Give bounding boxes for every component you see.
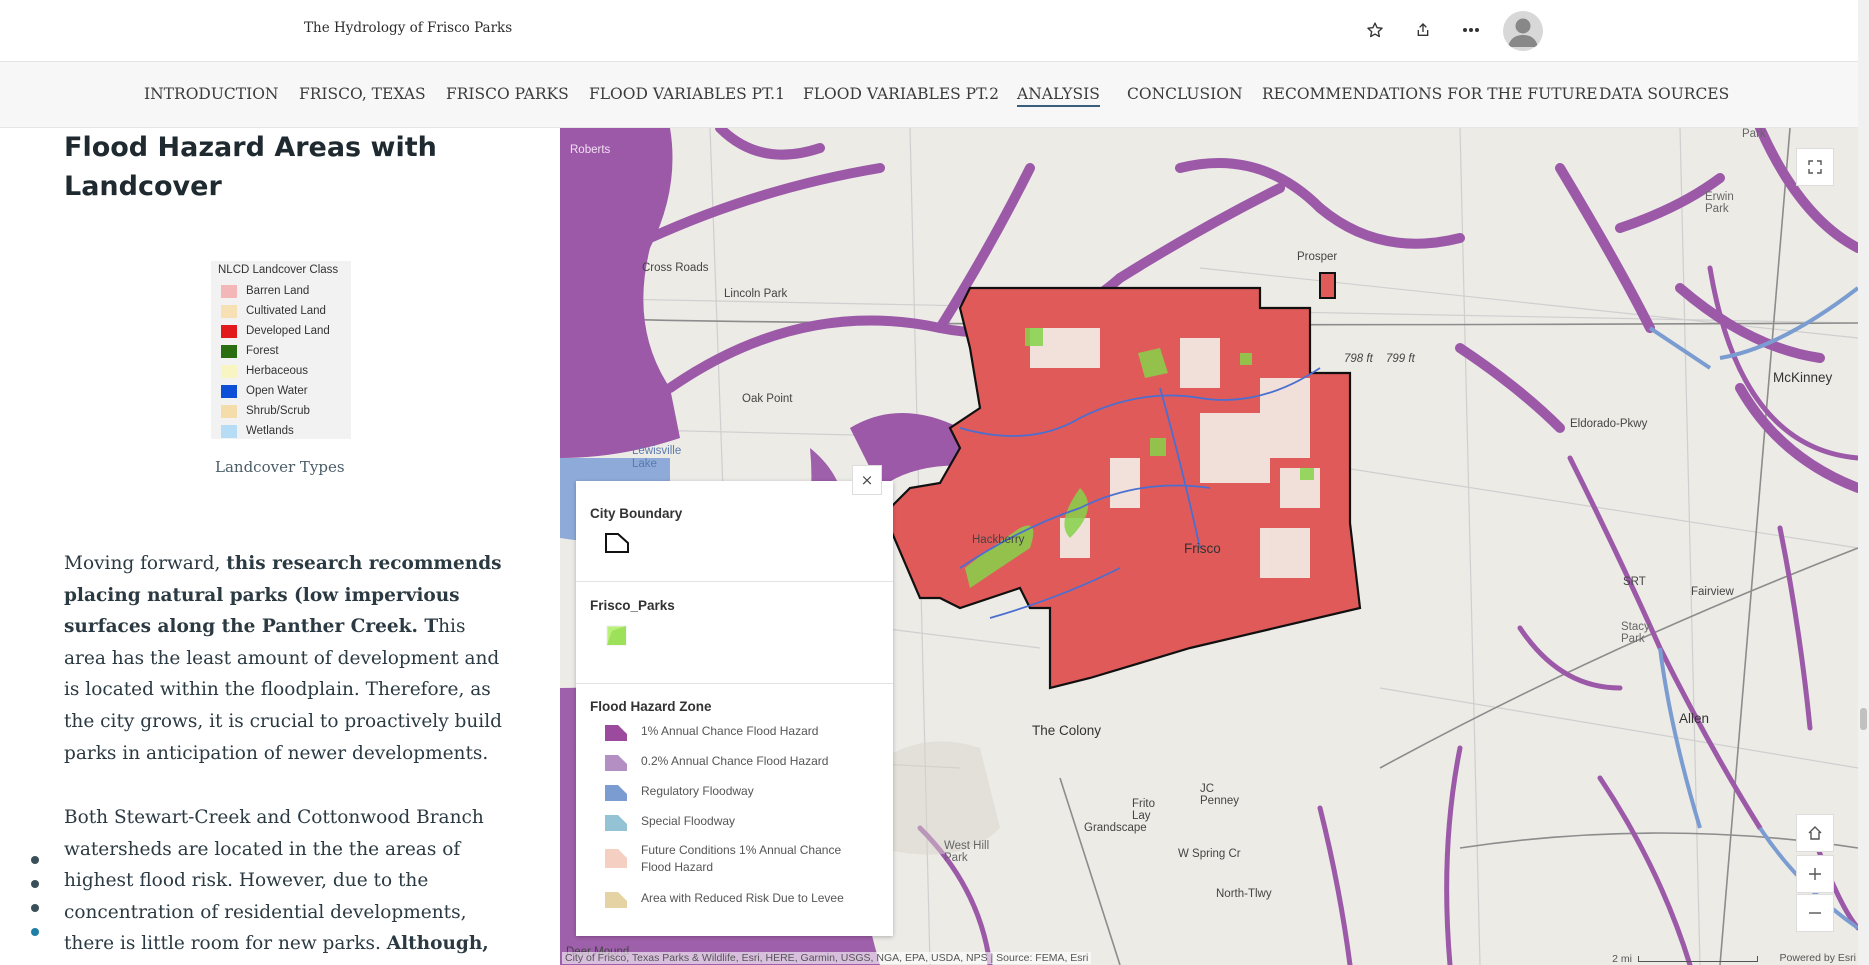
expand-icon [1808, 160, 1822, 174]
landcover-legend-title: NLCD Landcover Class [218, 264, 339, 276]
map-legend-panel: City Boundary Frisco_Parks Flood Hazard … [576, 481, 893, 936]
landcover-legend-image[interactable]: NLCD Landcover Class Barren Land Cultiva… [211, 261, 351, 439]
map-label-stacy-park: Stacy Park [1621, 621, 1650, 645]
close-icon: × [860, 471, 874, 489]
progress-dot[interactable] [31, 856, 39, 864]
zoom-in-button[interactable] [1796, 855, 1834, 893]
map-label-mckinney: McKinney [1773, 370, 1833, 385]
minus-icon [1809, 912, 1821, 914]
landcover-item: Forest [221, 343, 279, 359]
nav-analysis[interactable]: ANALYSIS [1017, 85, 1100, 107]
landcover-item: Developed Land [221, 323, 330, 339]
map-label-frisco: Frisco [1184, 541, 1221, 556]
paragraph-recommendation: Moving forward, this research recommends… [64, 553, 502, 764]
parks-swatch [606, 625, 627, 646]
landcover-item: Open Water [221, 383, 308, 399]
map-label-fairview: Fairview [1691, 586, 1734, 598]
share-icon[interactable] [1411, 18, 1435, 42]
map-label-roberts: Roberts [570, 144, 611, 156]
story-header: The Hydrology of Frisco Parks [0, 0, 1869, 62]
nav-frisco-texas[interactable]: FRISCO, TEXAS [299, 85, 426, 103]
home-button[interactable] [1796, 814, 1834, 852]
map-label-frito-lay: Frito Lay [1132, 798, 1155, 822]
image-caption: Landcover Types [215, 458, 345, 476]
scrollbar-thumb[interactable] [1860, 708, 1867, 730]
landcover-item: Cultivated Land [221, 303, 326, 319]
map-label-grandscape: Grandscape [1084, 822, 1147, 834]
page-scrollbar[interactable] [1858, 0, 1869, 965]
map-label-hackberry: Hackberry [972, 534, 1025, 546]
map-label-jc-penney: JC Penney [1200, 783, 1240, 807]
legend-parks-title: Frisco_Parks [590, 598, 675, 613]
nav-recommendations[interactable]: RECOMMENDATIONS FOR THE FUTURE [1262, 85, 1598, 103]
map-label-elevation-799: 799 ft [1386, 353, 1415, 365]
web-map[interactable]: Roberts Lincoln Park Cross Roads Oak Poi… [560, 128, 1858, 965]
landcover-item: Barren Land [221, 283, 309, 299]
scale-bar [1638, 956, 1758, 962]
legend-flood-item: Future Conditions 1% Annual Chance Flood… [604, 842, 864, 876]
more-icon[interactable] [1459, 18, 1483, 42]
nav-frisco-parks[interactable]: FRISCO PARKS [446, 85, 569, 103]
map-label-allen: Allen [1679, 711, 1710, 726]
story-title[interactable]: The Hydrology of Frisco Parks [304, 20, 512, 36]
scale-label: 2 mi [1612, 953, 1632, 965]
map-label-w-spring-creek: W Spring Cr [1178, 848, 1241, 860]
section-title: Flood Hazard Areas with Landcover [64, 132, 437, 202]
nav-conclusion[interactable]: CONCLUSION [1127, 85, 1243, 103]
map-label-north-tlwy: North-Tlwy [1216, 888, 1272, 900]
plus-icon [1809, 868, 1821, 880]
map-label-oak-point: Oak Point [742, 393, 793, 405]
city-boundary-swatch [605, 533, 629, 553]
map-label-the-colony: The Colony [1032, 723, 1102, 738]
map-label-srt: SRT [1623, 576, 1646, 588]
legend-city-boundary-title: City Boundary [590, 506, 683, 521]
map-label-lincoln-park: Lincoln Park [724, 288, 788, 300]
progress-dot[interactable] [31, 904, 39, 912]
paragraph-watersheds: Both Stewart-Creek and Cottonwood Branch… [64, 807, 489, 955]
legend-divider [576, 581, 893, 582]
map-label-lewisville-lake: Lewisville Lake [632, 445, 682, 470]
landcover-item: Wetlands [221, 423, 294, 439]
progress-dot[interactable] [31, 880, 39, 888]
legend-close-button[interactable]: × [852, 465, 882, 495]
landcover-item: Shrub/Scrub [221, 403, 310, 419]
avatar[interactable] [1503, 11, 1543, 51]
powered-by-esri[interactable]: Powered by Esri [1780, 952, 1856, 964]
map-label-cross-roads: Cross Roads [642, 262, 709, 274]
map-label-eldorado: Eldorado-Pkwy [1570, 418, 1648, 430]
map-attribution[interactable]: City of Frisco, Texas Parks & Wildlife, … [562, 952, 1092, 964]
progress-dot-active[interactable] [31, 928, 39, 936]
map-label-elevation-798: 798 ft [1344, 353, 1373, 365]
legend-divider [576, 683, 893, 684]
legend-flood-item: Area with Reduced Risk Due to Levee [604, 889, 864, 909]
map-label-prosper: Prosper [1297, 251, 1338, 263]
legend-flood-item: Regulatory Floodway [604, 782, 864, 802]
nav-flood-variables-1[interactable]: FLOOD VARIABLES PT.1 [589, 85, 785, 103]
zoom-out-button[interactable] [1796, 894, 1834, 932]
landcover-item: Herbaceous [221, 363, 308, 379]
fullscreen-button[interactable] [1796, 148, 1834, 186]
star-icon[interactable] [1363, 18, 1387, 42]
home-icon [1808, 826, 1822, 840]
map-label-west-hill-park: West Hill Park [944, 840, 990, 864]
narrative-panel: Flood Hazard Areas with Landcover NLCD L… [0, 128, 560, 965]
legend-flood-item: 0.2% Annual Chance Flood Hazard [604, 752, 864, 772]
nav-flood-variables-2[interactable]: FLOOD VARIABLES PT.2 [803, 85, 999, 103]
legend-flood-title: Flood Hazard Zone [590, 699, 712, 714]
legend-flood-item: Special Floodway [604, 812, 864, 832]
legend-flood-item: 1% Annual Chance Flood Hazard [604, 722, 864, 742]
map-label-erwin-park: Erwin Park [1705, 191, 1734, 215]
nav-introduction[interactable]: INTRODUCTION [144, 85, 278, 103]
map-label-park: Park [1742, 128, 1766, 140]
nav-data-sources[interactable]: DATA SOURCES [1599, 85, 1729, 103]
story-navigation: INTRODUCTION FRISCO, TEXAS FRISCO PARKS … [0, 62, 1858, 128]
